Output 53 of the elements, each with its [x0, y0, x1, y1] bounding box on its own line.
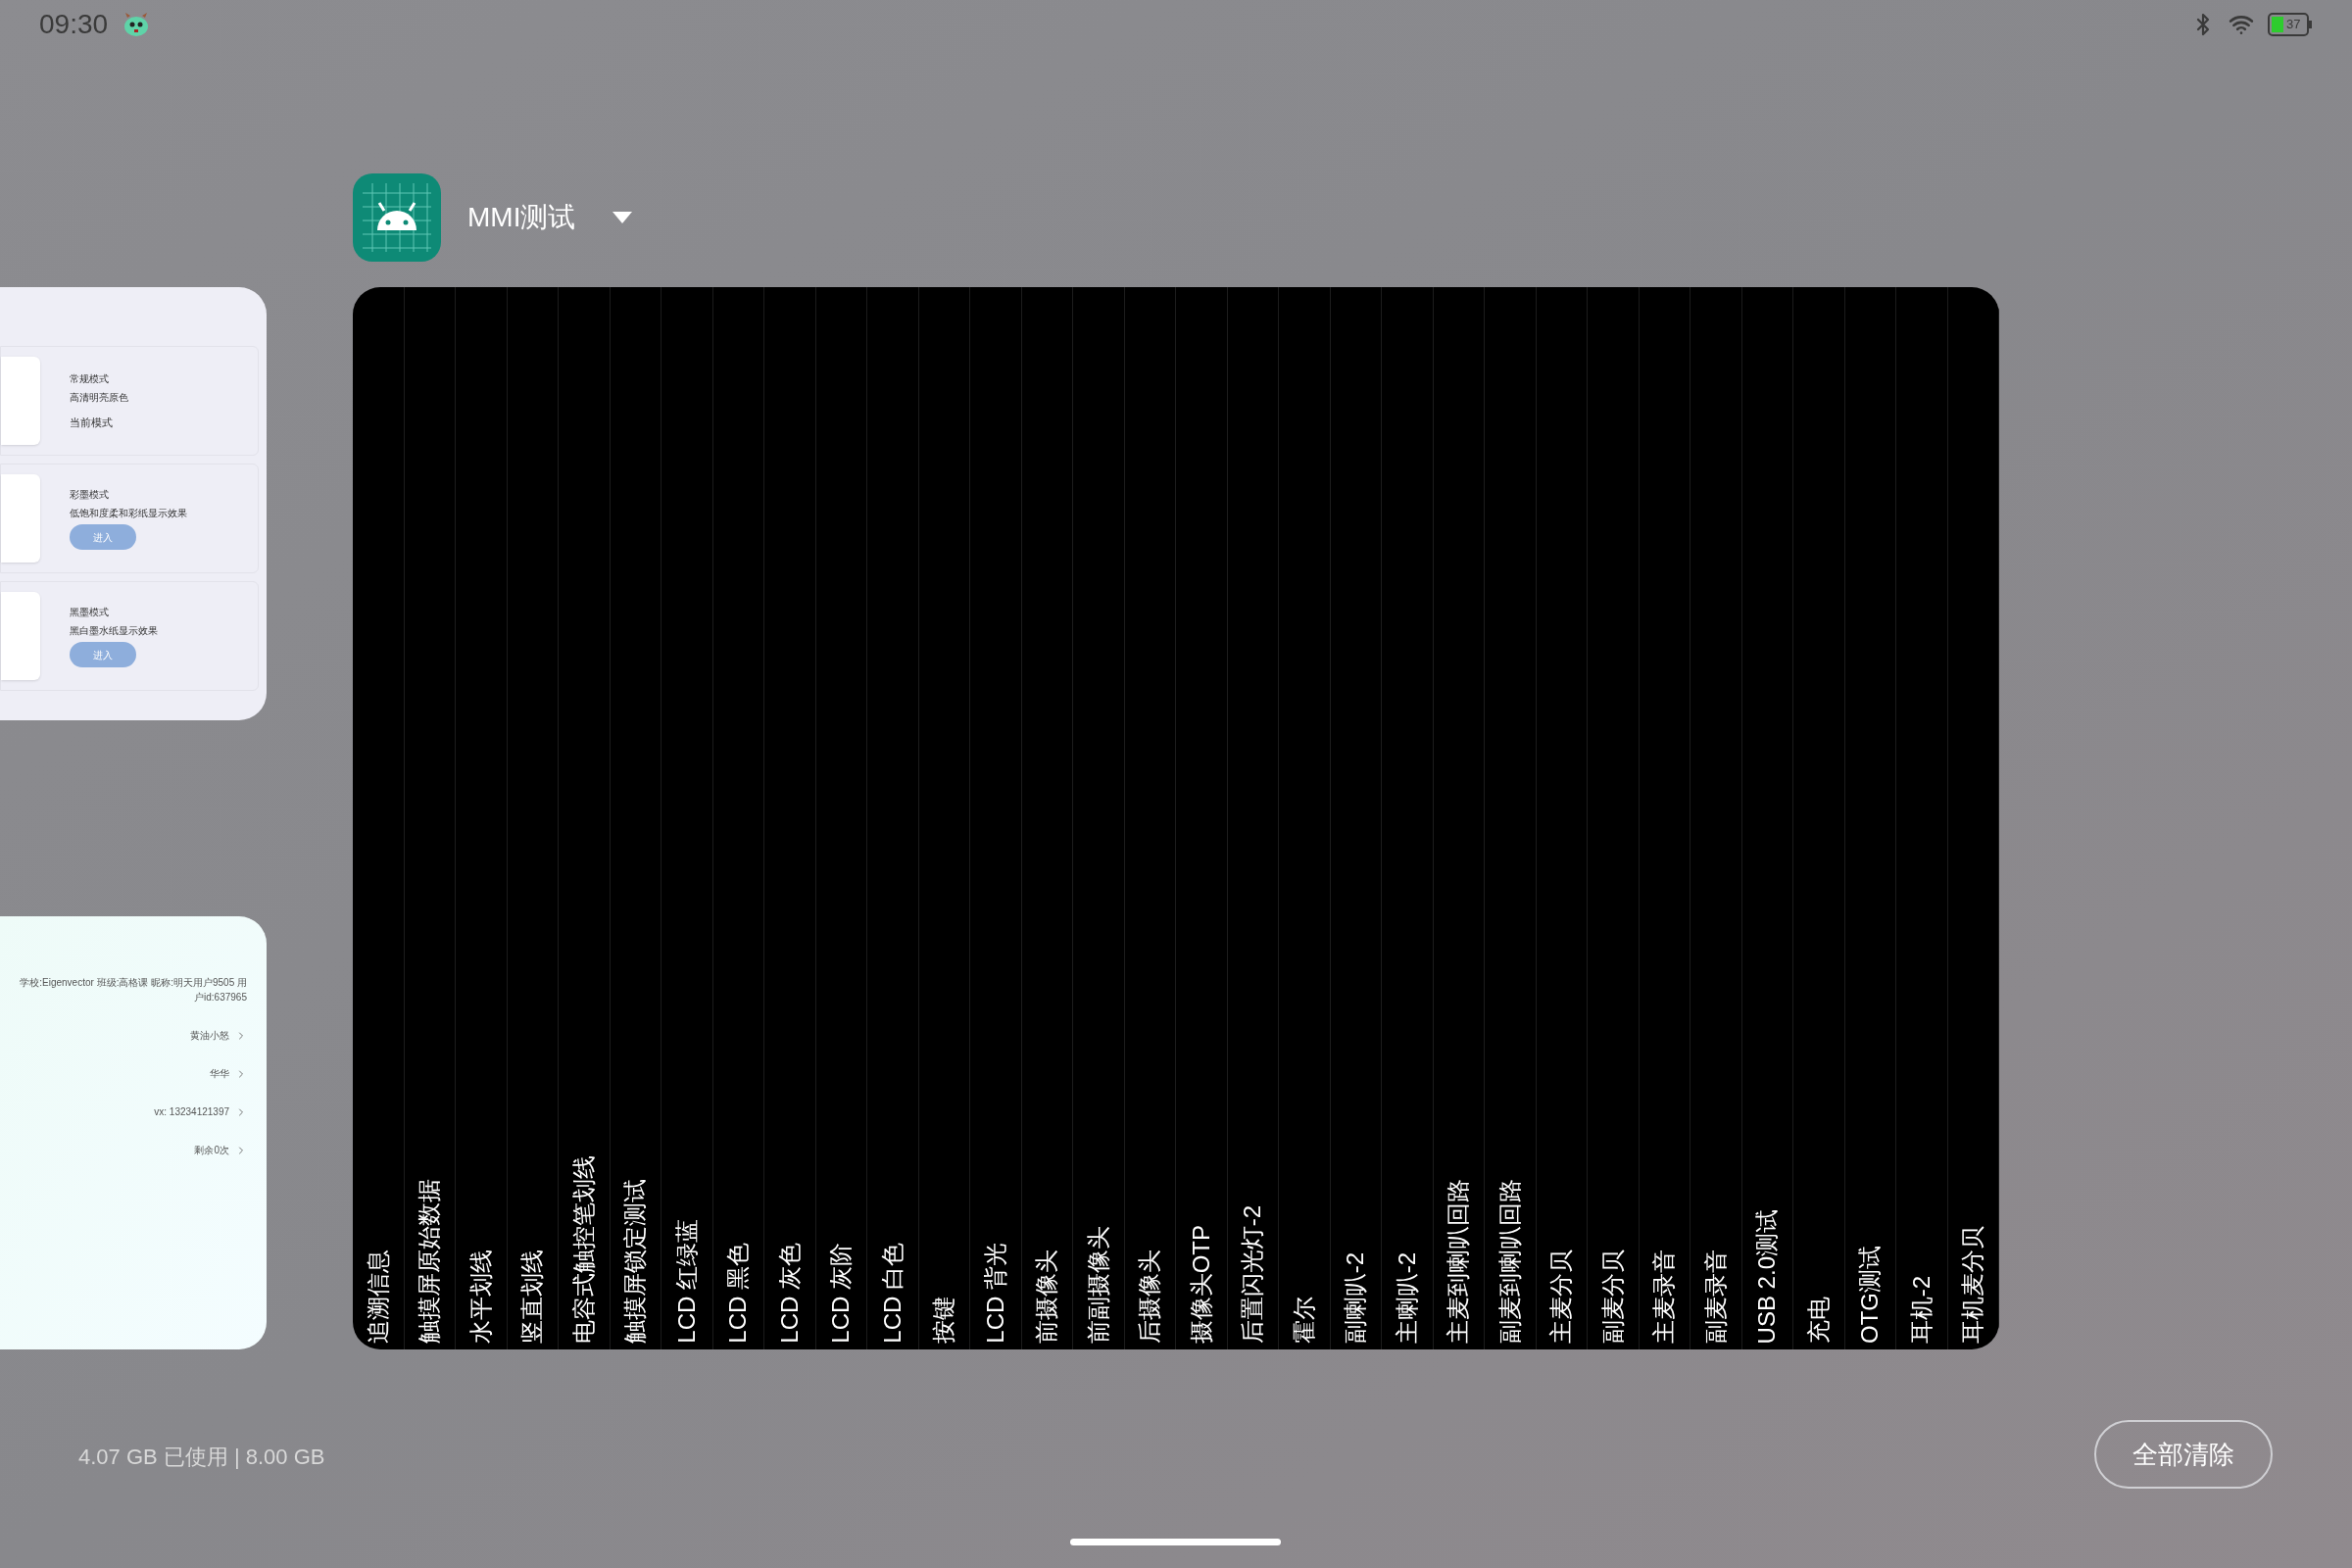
test-item-label[interactable]: 追溯信息: [366, 1250, 390, 1344]
test-item-label[interactable]: 前摄像头: [1035, 1250, 1059, 1344]
test-item-label[interactable]: 电容式触控笔划线: [571, 1155, 596, 1344]
dropdown-caret-icon[interactable]: [612, 212, 633, 223]
test-item-label[interactable]: 耳机麦分贝: [1961, 1226, 1985, 1344]
profile-item[interactable]: 华华: [210, 1066, 229, 1081]
mode-description: 低饱和度柔和彩纸显示效果: [70, 507, 187, 520]
test-item-label[interactable]: 副麦录音: [1703, 1250, 1728, 1344]
mode-title: 彩墨模式: [70, 488, 110, 502]
test-item-label[interactable]: 充电: [1806, 1297, 1831, 1344]
test-item-label[interactable]: 副麦分贝: [1600, 1250, 1625, 1344]
profile-item[interactable]: 黄油小怒: [190, 1028, 229, 1043]
test-item-label[interactable]: LCD 背光: [983, 1243, 1007, 1344]
test-item-label[interactable]: LCD 黑色: [726, 1243, 751, 1344]
test-item-label[interactable]: 前副摄像头: [1086, 1226, 1110, 1344]
profile-item[interactable]: vx: 13234121397: [154, 1104, 229, 1119]
test-item-label[interactable]: LCD 灰阶: [829, 1243, 854, 1344]
mode-description: 高清明亮原色: [70, 390, 128, 405]
test-item-label[interactable]: 触摸屏原始数据: [417, 1179, 442, 1344]
test-item-label[interactable]: OTG测试: [1858, 1246, 1883, 1344]
test-item-label[interactable]: 主麦录音: [1652, 1250, 1677, 1344]
app-preview[interactable]: 追溯信息 触摸屏原始数据 水平划线 竖直划线 电容式触控笔划线 触摸屏锁定测试 LCD 红绿蓝 LCD 黑色 LCD 灰色 LCD 灰阶 LCD 白色 按键 LCD 背光 前摄像头 前副摄像头 后摄像头 摄像头OTP 后置闪光灯-2 霍尔 副喇叭-2 主喇叭-2 主麦到喇叭回路 副麦到喇叭回路 主麦分贝 副麦分贝 主麦录音 副麦录音 USB 2.0测试 充电 OTG测试 耳机-2 耳机麦分贝: [353, 287, 1999, 1349]
battery-icon: [2268, 13, 2313, 36]
test-item-label[interactable]: USB 2.0测试: [1755, 1208, 1780, 1344]
test-item-label[interactable]: 霍尔: [1292, 1297, 1316, 1344]
memory-usage: 4.07 GB 已使用 | 8.00 GB: [78, 1445, 325, 1469]
current-mode-label: 当前模式: [70, 415, 114, 430]
mode-description: 黑白墨水纸显示效果: [70, 624, 158, 638]
test-item-label[interactable]: 按键: [932, 1297, 956, 1344]
mode-title: 常规模式: [70, 371, 110, 386]
clock-time: 09:30: [39, 8, 109, 41]
test-item-label[interactable]: 副麦到喇叭回路: [1497, 1179, 1522, 1344]
app-title: MMI测试: [467, 201, 576, 234]
test-item-label[interactable]: 主麦到喇叭回路: [1446, 1179, 1471, 1344]
test-item-label[interactable]: 耳机-2: [1909, 1275, 1934, 1344]
user-info: 学校:Eigenvector 班级:高格课 昵称:明天用户9505 用户id:637965: [19, 976, 247, 1004]
profile-item[interactable]: 剩余0次: [194, 1143, 229, 1157]
app-card[interactable]: 学校:Eigenvector 班级:高格课 昵称:明天用户9505 用户id:637965 黄油小怒 华华 vx: 13234121397 剩余0次: [0, 916, 267, 1349]
test-item-label[interactable]: 水平划线: [468, 1250, 493, 1344]
android-app-icon: [353, 173, 441, 262]
test-item-label[interactable]: LCD 白色: [880, 1243, 905, 1344]
battery-percent: 37: [2286, 18, 2301, 30]
test-item-label[interactable]: 主麦分贝: [1549, 1250, 1574, 1344]
test-item-label[interactable]: 副喇叭-2: [1344, 1251, 1368, 1344]
test-item-label[interactable]: LCD 红绿蓝: [674, 1219, 699, 1344]
test-item-label[interactable]: 摄像头OTP: [1189, 1224, 1213, 1344]
mode-title: 黑墨模式: [70, 606, 110, 619]
test-item-label[interactable]: LCD 灰色: [777, 1243, 802, 1344]
test-item-label[interactable]: 竖直划线: [520, 1250, 545, 1344]
test-item-label[interactable]: 触摸屏锁定测试: [623, 1179, 648, 1344]
test-item-label[interactable]: 主喇叭-2: [1395, 1251, 1419, 1344]
test-item-label[interactable]: 后摄像头: [1138, 1250, 1162, 1344]
test-item-label[interactable]: 后置闪光灯-2: [1241, 1204, 1265, 1344]
